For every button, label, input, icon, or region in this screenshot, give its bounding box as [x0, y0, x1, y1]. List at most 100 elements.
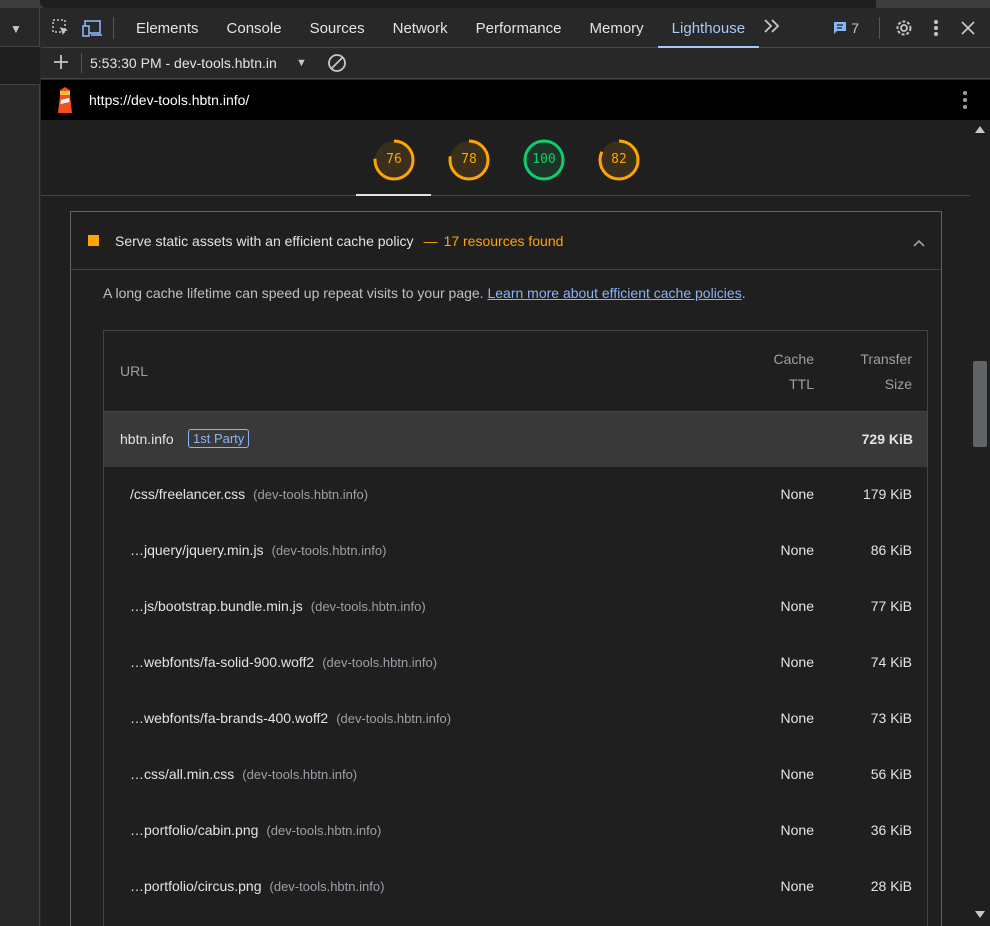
lighthouse-logo-icon [41, 86, 89, 114]
tab-console[interactable]: Console [213, 8, 296, 48]
column-header-cache-ttl: Cache TTL [744, 347, 814, 397]
transfer-size: 86 KiB [870, 542, 912, 558]
resource-url[interactable]: …jquery/jquery.min.js (dev-tools.hbtn.inf… [130, 542, 386, 558]
column-header-url: URL [120, 363, 149, 379]
url-path: …webfonts/fa-brands-400.woff2 [130, 710, 329, 726]
url-host: (dev-tools.hbtn.info) [266, 823, 382, 838]
url-path: …portfolio/cabin.png [130, 822, 259, 838]
description-end: . [741, 285, 746, 301]
report-url-bar: https://dev-tools.hbtn.info/ [41, 80, 990, 120]
toolbar-divider [113, 16, 114, 39]
tab-memory[interactable]: Memory [576, 8, 658, 48]
column-header-transfer-size: Transfer Size [842, 347, 912, 397]
url-path: …js/bootstrap.bundle.min.js [130, 598, 303, 614]
table-row: /css/freelancer.css (dev-tools.hbtn.info)… [104, 467, 927, 523]
learn-more-link[interactable]: Learn more about efficient cache policie… [487, 285, 741, 301]
chevron-double-right-icon[interactable] [763, 17, 781, 38]
issues-counter[interactable]: 7 [833, 20, 859, 36]
transfer-size: 73 KiB [870, 710, 912, 726]
tab-elements[interactable]: Elements [122, 8, 213, 48]
dropdown-arrow-icon[interactable]: ▼ [296, 57, 307, 69]
table-header: URL Cache TTL Transfer Size [104, 331, 927, 412]
url-path: …jquery/jquery.min.js [130, 542, 264, 558]
tab-lighthouse[interactable]: Lighthouse [657, 8, 760, 48]
scroll-up-arrow-icon[interactable] [975, 126, 985, 133]
score-value: 82 [611, 152, 627, 167]
url-host: (dev-tools.hbtn.info) [253, 487, 369, 502]
transfer-size: 77 KiB [870, 598, 912, 614]
entity-name: hbtn.info [120, 431, 174, 447]
cache-ttl: None [780, 822, 814, 838]
tab-performance[interactable]: Performance [462, 8, 576, 48]
scroll-down-arrow-icon[interactable] [975, 911, 985, 918]
header-line: TTL [789, 376, 814, 392]
url-path: /css/freelancer.css [130, 486, 246, 502]
plus-icon[interactable] [41, 50, 81, 76]
scrollbar-thumb[interactable] [973, 361, 987, 447]
gear-icon[interactable] [888, 12, 920, 44]
report-select[interactable]: 5:53:30 PM - dev-tools.hbtn.in [90, 55, 294, 71]
url-path: …css/all.min.css [130, 766, 235, 782]
audit-description: A long cache lifetime can speed up repea… [103, 285, 746, 301]
transfer-size: 56 KiB [870, 766, 912, 782]
resources-table: URL Cache TTL Transfer Size hbtn.info 1st … [103, 330, 928, 926]
toolbar-divider [879, 17, 880, 39]
cache-ttl: None [780, 710, 814, 726]
score-gauge[interactable]: 82 [598, 139, 640, 181]
cache-ttl: None [780, 654, 814, 670]
issues-count: 7 [851, 20, 859, 36]
entity-group-row: hbtn.info 1st Party 729 KiB [104, 412, 927, 467]
report-url[interactable]: https://dev-tools.hbtn.info/ [89, 92, 249, 108]
clear-icon[interactable] [325, 51, 349, 75]
kebab-menu-icon[interactable] [920, 12, 952, 44]
resource-url[interactable]: …portfolio/cabin.png (dev-tools.hbtn.info… [130, 822, 381, 838]
devtools-tabbar: Elements Console Sources Network Perform… [41, 8, 990, 48]
header-line: Transfer [860, 351, 912, 367]
device-toolbar-icon[interactable] [77, 12, 109, 44]
report-content: 76 78 100 82 Serve static assets with an… [41, 120, 970, 926]
active-gauge-indicator [356, 194, 431, 196]
cache-ttl: None [780, 878, 814, 894]
tab-network[interactable]: Network [379, 8, 462, 48]
score-gauge[interactable]: 78 [448, 139, 490, 181]
header-line: Cache [773, 351, 814, 367]
resource-url[interactable]: …webfonts/fa-brands-400.woff2 (dev-tools.… [130, 710, 451, 726]
cache-ttl: None [780, 766, 814, 782]
score-gauge[interactable]: 76 [373, 139, 415, 181]
score-value: 100 [532, 152, 556, 167]
score-value: 76 [386, 152, 402, 167]
url-path: …webfonts/fa-solid-900.woff2 [130, 654, 315, 670]
first-party-badge: 1st Party [188, 429, 250, 448]
transfer-size: 36 KiB [870, 822, 912, 838]
right-toolbar: 7 [833, 8, 990, 48]
audit-header[interactable]: Serve static assets with an efficient ca… [71, 212, 941, 270]
resource-url[interactable]: …css/all.min.css (dev-tools.hbtn.info) [130, 766, 357, 782]
transfer-size: 28 KiB [870, 878, 912, 894]
lighthouse-toolbar: 5:53:30 PM - dev-tools.hbtn.in ▼ [41, 48, 990, 79]
tab-sources[interactable]: Sources [296, 8, 379, 48]
vertical-scrollbar[interactable] [970, 120, 990, 926]
inspect-element-icon[interactable] [45, 12, 77, 44]
resource-url[interactable]: …js/bootstrap.bundle.min.js (dev-tools.hb… [130, 598, 426, 614]
resource-url[interactable]: …webfonts/fa-solid-900.woff2 (dev-tools.h… [130, 654, 437, 670]
table-row: …css/all.min.css (dev-tools.hbtn.info) Non… [104, 747, 927, 803]
score-value: 78 [461, 152, 477, 167]
close-icon[interactable] [952, 12, 984, 44]
table-row: …portfolio/cabin.png (dev-tools.hbtn.info… [104, 803, 927, 859]
entity-size: 729 KiB [861, 431, 913, 447]
issues-icon [834, 22, 847, 34]
chevron-up-icon[interactable] [913, 234, 925, 252]
resource-url[interactable]: /css/freelancer.css (dev-tools.hbtn.info) [130, 486, 368, 502]
table-row: …jquery/jquery.min.js (dev-tools.hbtn.inf… [104, 523, 927, 579]
report-menu-icon[interactable] [962, 90, 968, 110]
dropdown-arrow-icon[interactable]: ▼ [10, 22, 22, 36]
score-gauges: 76 78 100 82 [41, 120, 970, 196]
url-host: (dev-tools.hbtn.info) [310, 599, 426, 614]
resource-url[interactable]: …portfolio/circus.png (dev-tools.hbtn.inf… [130, 878, 384, 894]
audit-display-value: 17 resources found [443, 232, 564, 249]
score-gauge[interactable]: 100 [523, 139, 565, 181]
url-host: (dev-tools.hbtn.info) [322, 655, 438, 670]
table-row: …webfonts/fa-solid-900.woff2 (dev-tools.h… [104, 635, 927, 691]
table-row: …webfonts/fa-brands-400.woff2 (dev-tools.… [104, 691, 927, 747]
description-text: A long cache lifetime can speed up repea… [103, 285, 484, 301]
